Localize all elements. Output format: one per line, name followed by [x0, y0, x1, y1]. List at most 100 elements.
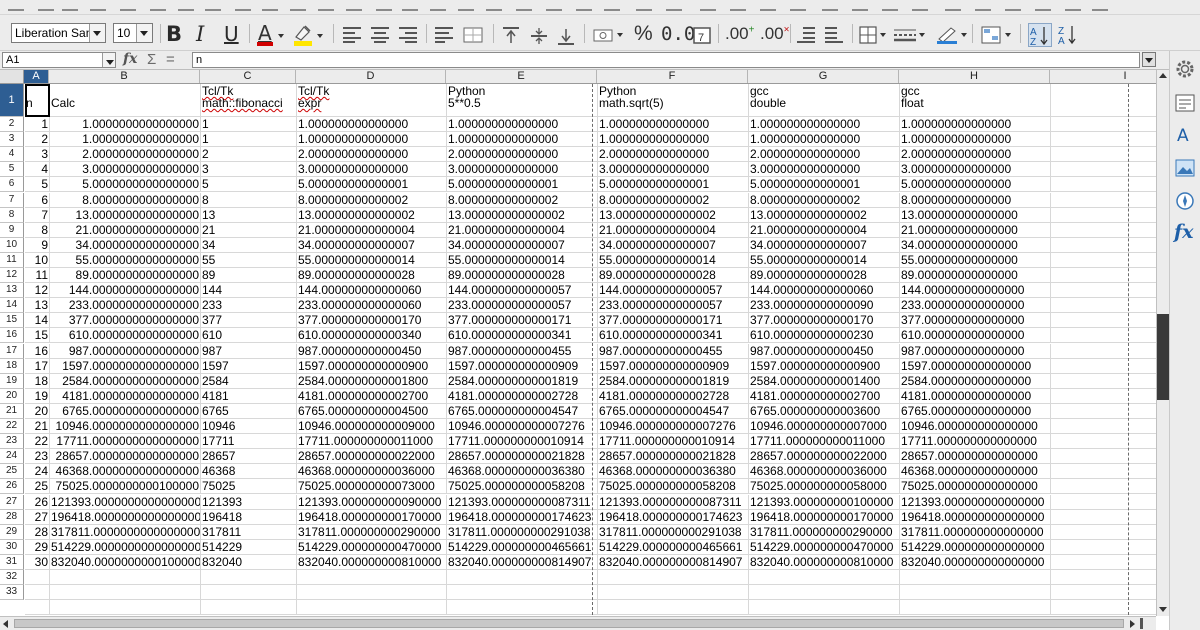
cell-f[interactable]: 987.000000000000455	[598, 343, 749, 359]
formula-equals-button[interactable]: =	[166, 51, 175, 68]
sidebar-settings-button[interactable]	[1174, 58, 1196, 80]
cell-f[interactable]: 2584.000000000001819	[598, 373, 749, 389]
cell-a[interactable]: 20	[25, 403, 50, 419]
column-header-f[interactable]: F	[597, 70, 748, 83]
cell-i[interactable]	[1051, 132, 1156, 148]
cell-i[interactable]	[1051, 525, 1156, 540]
cell-c[interactable]: 610	[201, 328, 297, 344]
highlight-dropdown-arrow[interactable]	[317, 34, 323, 38]
toolbar-icon[interactable]	[1035, 0, 1051, 11]
cell-c[interactable]: 987	[201, 343, 297, 359]
cell-f[interactable]: 89.000000000000028	[598, 268, 749, 284]
cell-d[interactable]: 34.000000000000007	[297, 237, 447, 253]
toolbar-icon[interactable]	[62, 0, 78, 11]
cell-i[interactable]	[1051, 404, 1156, 419]
toolbar-icon[interactable]	[1005, 0, 1021, 11]
cell-i[interactable]	[1051, 253, 1156, 268]
cell-f[interactable]: 21.000000000000004	[598, 222, 749, 238]
cell-a[interactable]: 12	[25, 283, 50, 299]
column-header-i[interactable]: I	[1050, 70, 1156, 83]
toolbar-icon[interactable]	[975, 0, 991, 11]
cell-e[interactable]: 987.000000000000455	[447, 343, 598, 359]
cell-f[interactable]: 46368.000000000036380	[598, 464, 749, 480]
cell-g[interactable]: 233.000000000000090	[749, 298, 900, 314]
border-style-button[interactable]	[893, 26, 925, 48]
cell-g[interactable]: 6765.000000000003600	[749, 403, 900, 419]
sidebar-navigator-button[interactable]	[1174, 190, 1196, 212]
row-header-29[interactable]: 29	[0, 524, 24, 540]
cell-a[interactable]: 23	[25, 449, 50, 465]
cell-h[interactable]: 46368.000000000000000	[900, 464, 1051, 480]
cell-f[interactable]: 377.000000000000171	[598, 313, 749, 329]
cell-g[interactable]: 1597.000000000000900	[749, 358, 900, 374]
align-center-button[interactable]	[371, 27, 389, 43]
cell-c[interactable]: 233	[201, 298, 297, 314]
cell-c[interactable]: 832040	[201, 554, 297, 570]
header-cell-d[interactable]: Tcl/Tk expr	[297, 84, 447, 117]
row-header-30[interactable]: 30	[0, 539, 24, 555]
cell-i[interactable]	[1051, 147, 1156, 163]
cell-e[interactable]: 610.000000000000341	[447, 328, 598, 344]
cell-b[interactable]: 10946.0000000000000000	[50, 419, 201, 435]
header-cell-c[interactable]: Tcl/Tk math::fibonacci	[201, 84, 297, 117]
cell-h[interactable]: 21.000000000000000	[900, 222, 1051, 238]
cell-b[interactable]: 8.0000000000000000	[50, 192, 201, 208]
cell-f[interactable]: 610.000000000000341	[598, 328, 749, 344]
cell-d[interactable]	[297, 600, 447, 616]
cell-a[interactable]: 29	[25, 539, 50, 555]
cell-e[interactable]: 2584.000000000001819	[447, 373, 598, 389]
border-color-dropdown-arrow[interactable]	[961, 33, 967, 37]
cell-g[interactable]: 317811.000000000290000	[749, 524, 900, 540]
cell-b[interactable]: 46368.0000000000000000	[50, 464, 201, 480]
cell-e[interactable]: 144.000000000000057	[447, 283, 598, 299]
cell-e[interactable]: 832040.000000000814907	[447, 554, 598, 570]
cell-h[interactable]	[900, 600, 1051, 616]
horizontal-scroll-thumb[interactable]	[14, 619, 1124, 628]
cell-b[interactable]: 75025.0000000000100000	[50, 479, 201, 495]
cell-f[interactable]: 28657.000000000021828	[598, 449, 749, 465]
cell-g[interactable]: 832040.000000000810000	[749, 554, 900, 570]
toolbar-icon[interactable]	[8, 0, 24, 11]
cell-a[interactable]: 7	[25, 207, 50, 223]
cell-d[interactable]: 121393.000000000090000	[297, 494, 447, 510]
toolbar-icon[interactable]	[636, 0, 652, 11]
cell-f[interactable]: 5.000000000000001	[598, 177, 749, 193]
cell-i[interactable]	[1051, 434, 1156, 450]
cell-i[interactable]	[1051, 359, 1156, 374]
cell-e[interactable]: 2.000000000000000	[447, 147, 598, 163]
cell-c[interactable]: 317811	[201, 524, 297, 540]
cell-g[interactable]: 34.000000000000007	[749, 237, 900, 253]
cell-a[interactable]: 4	[25, 162, 50, 178]
cell-b[interactable]: 377.0000000000000000	[50, 313, 201, 329]
cell-a[interactable]: 6	[25, 192, 50, 208]
cell-i[interactable]	[1051, 298, 1156, 314]
column-header-g[interactable]: G	[748, 70, 899, 83]
cell-h[interactable]: 55.000000000000000	[900, 252, 1051, 268]
cell-d[interactable]: 196418.000000000170000	[297, 509, 447, 525]
cell-e[interactable]: 34.000000000000007	[447, 237, 598, 253]
cell-d[interactable]: 1.000000000000000	[297, 132, 447, 148]
cell-f[interactable]: 3.000000000000000	[598, 162, 749, 178]
cell-a[interactable]: 22	[25, 434, 50, 450]
cell-b[interactable]: 28657.0000000000000000	[50, 449, 201, 465]
cell-b[interactable]: 4181.0000000000000000	[50, 388, 201, 404]
scrollbar-splitter[interactable]	[1140, 618, 1143, 629]
cell-h[interactable]: 89.000000000000000	[900, 268, 1051, 284]
cell-h[interactable]: 8.000000000000000	[900, 192, 1051, 208]
cell-d[interactable]: 1597.000000000000900	[297, 358, 447, 374]
cell-a[interactable]: 11	[25, 268, 50, 284]
cell-e[interactable]: 6765.000000000004547	[447, 403, 598, 419]
cell-e[interactable]: 1.000000000000000	[447, 117, 598, 133]
sidebar-properties-button[interactable]	[1174, 92, 1196, 114]
cell-c[interactable]: 1597	[201, 358, 297, 374]
cell-g[interactable]: 13.000000000000002	[749, 207, 900, 223]
cell-d[interactable]	[297, 585, 447, 601]
borders-dropdown-arrow[interactable]	[880, 33, 886, 37]
cell-f[interactable]	[598, 585, 749, 601]
toolbar-icon[interactable]	[178, 0, 194, 11]
cell-d[interactable]: 10946.000000000009000	[297, 419, 447, 435]
cell-i[interactable]	[1051, 208, 1156, 223]
cell-d[interactable]: 2.000000000000000	[297, 147, 447, 163]
toolbar-icon[interactable]	[235, 0, 251, 11]
cell-g[interactable]: 8.000000000000002	[749, 192, 900, 208]
